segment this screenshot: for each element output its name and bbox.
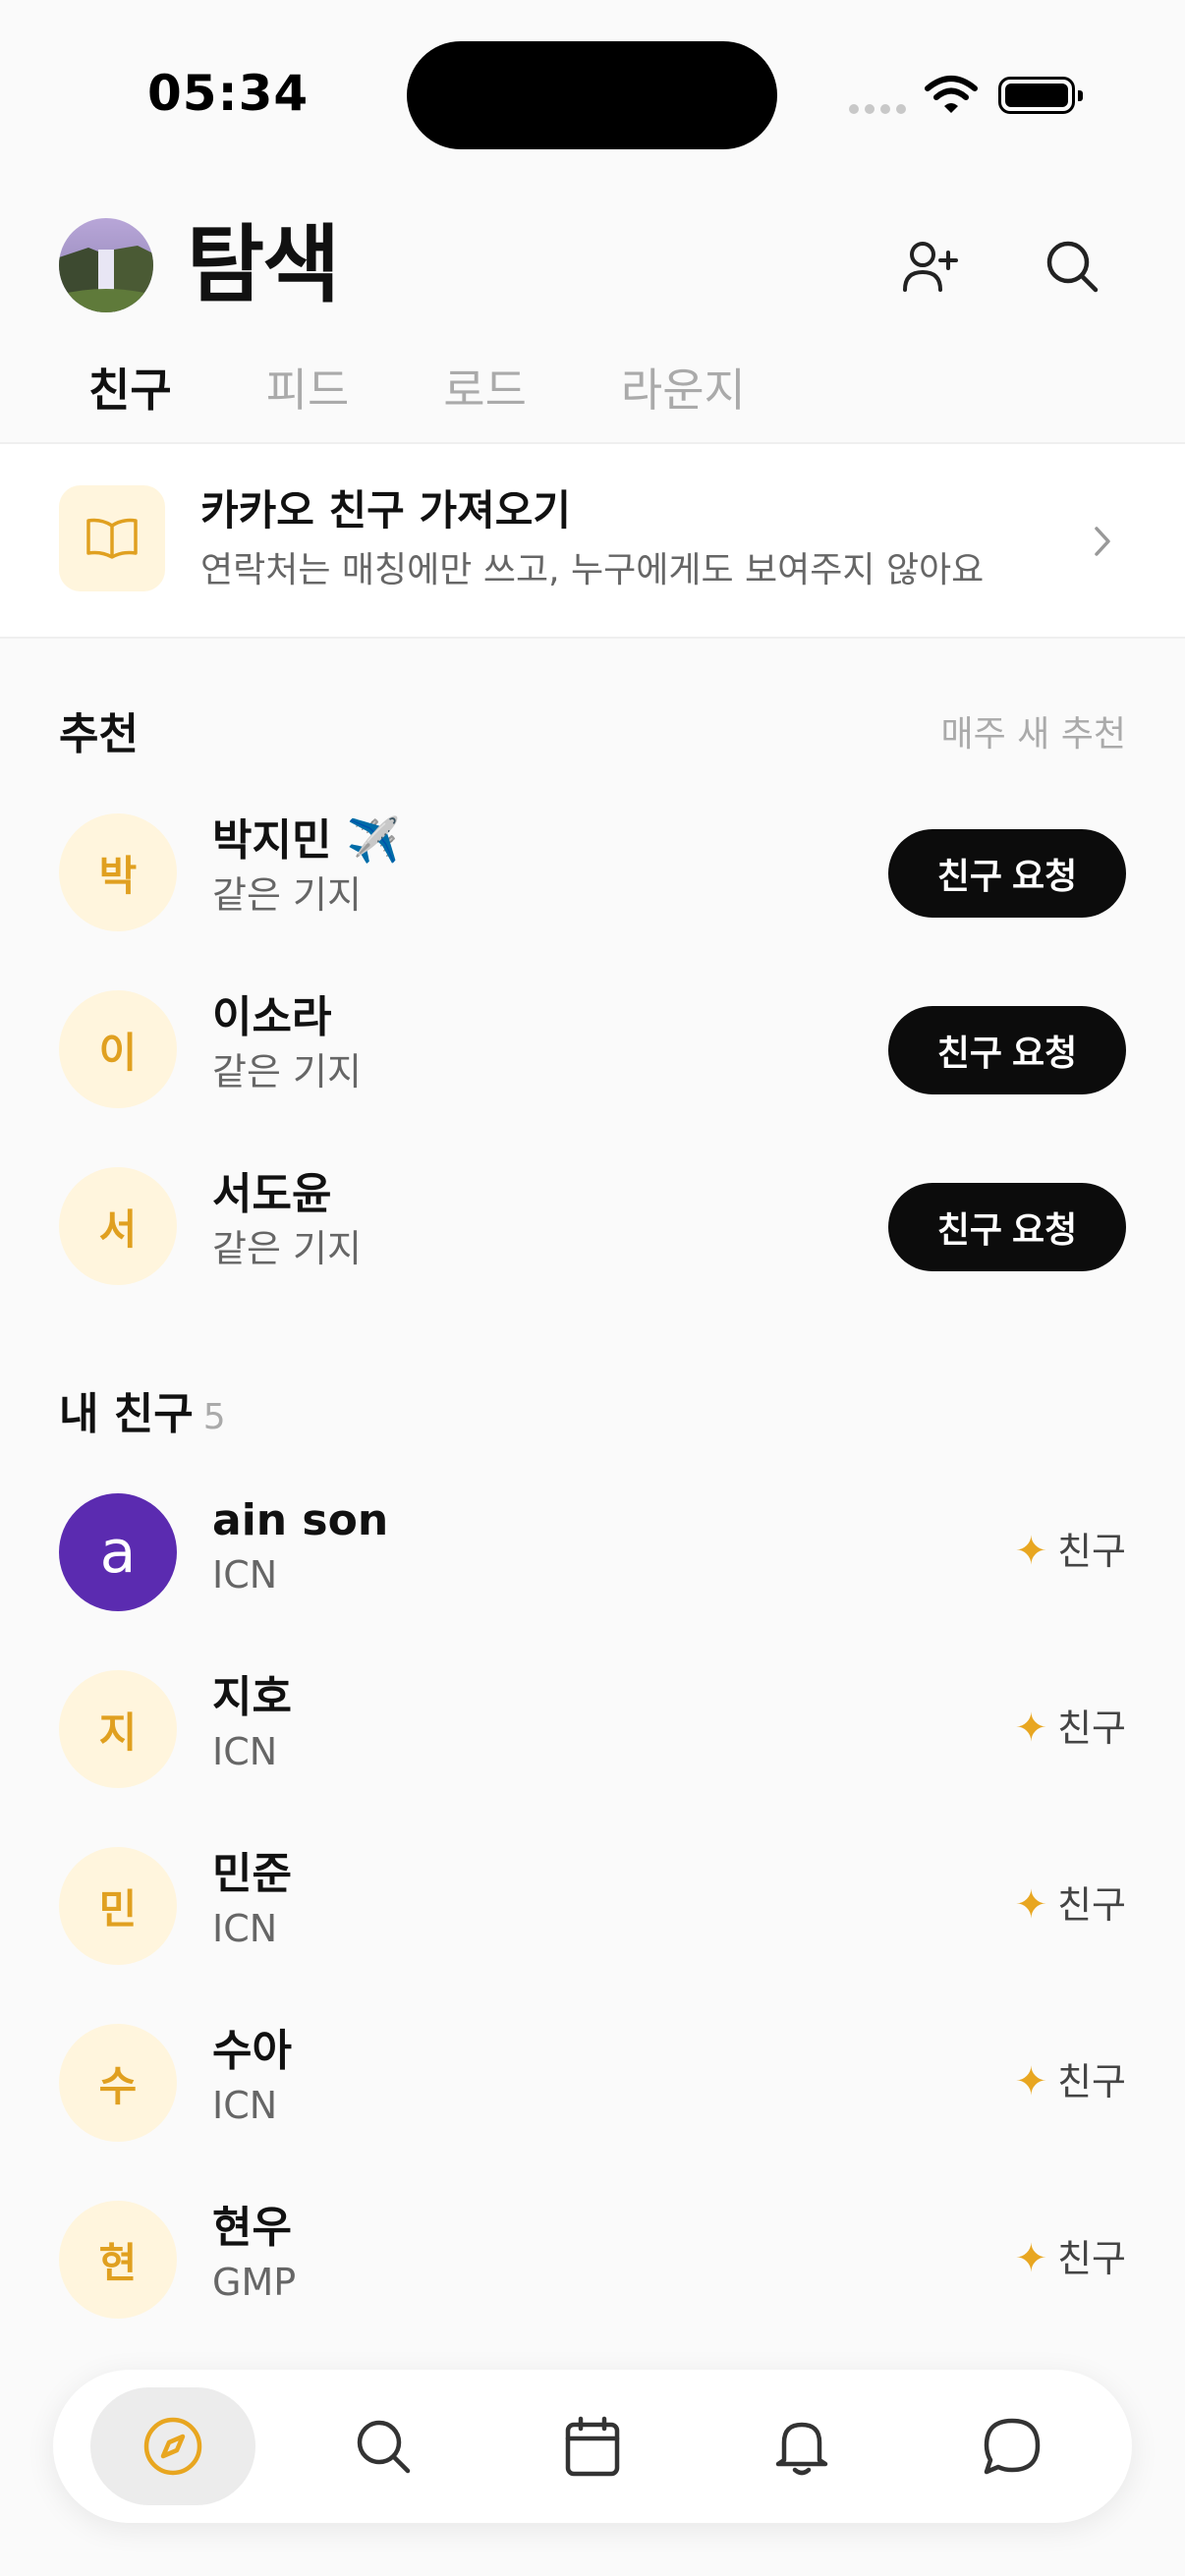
user-name: 이소라 bbox=[212, 992, 332, 1042]
calendar-icon bbox=[565, 2416, 620, 2477]
friend-row[interactable]: 민 민준 ICN ✦ 친구 bbox=[0, 1818, 1185, 1994]
friend-badge-label: 친구 bbox=[1057, 1707, 1126, 1750]
user-subtitle: GMP bbox=[212, 2261, 297, 2304]
compass-icon bbox=[143, 2417, 202, 2476]
bell-icon bbox=[775, 2422, 828, 2476]
user-name: 현우 bbox=[212, 2203, 292, 2253]
chat-bubble-icon bbox=[984, 2418, 1041, 2475]
cellular-signal-icon bbox=[849, 104, 906, 114]
friends-section-title: 내 친구 5 bbox=[59, 1387, 226, 1445]
dynamic-island bbox=[407, 41, 777, 149]
banner-subtitle: 연락처는 매칭에만 쓰고, 누구에게도 보여주지 않아요 bbox=[200, 550, 985, 590]
user-subtitle: ICN bbox=[212, 1730, 278, 1773]
user-subtitle: 같은 기지 bbox=[212, 1227, 362, 1270]
search-button[interactable] bbox=[1038, 232, 1106, 301]
user-name: 수아 bbox=[212, 2026, 292, 2076]
friend-badge: ✦ 친구 bbox=[1015, 2234, 1126, 2283]
divider bbox=[0, 637, 1185, 639]
user-name: 민준 bbox=[212, 1849, 292, 1899]
banner-title: 카카오 친구 가져오기 bbox=[200, 486, 572, 534]
tab-feed[interactable]: 피드 bbox=[266, 356, 350, 424]
nav-notifications[interactable] bbox=[719, 2387, 884, 2505]
nav-chat[interactable] bbox=[930, 2387, 1095, 2505]
kakao-import-banner[interactable] bbox=[0, 444, 1185, 637]
battery-icon bbox=[998, 77, 1083, 114]
user-name: 서도윤 bbox=[212, 1169, 332, 1219]
recommend-row: 이 이소라 같은 기지 친구 요청 bbox=[0, 961, 1185, 1138]
friend-request-button[interactable]: 친구 요청 bbox=[888, 829, 1126, 918]
friend-request-button[interactable]: 친구 요청 bbox=[888, 1183, 1126, 1271]
nav-explore[interactable] bbox=[90, 2387, 255, 2505]
sparkle-icon: ✦ bbox=[1014, 1882, 1048, 1928]
banner-icon-tile bbox=[59, 485, 165, 591]
book-icon bbox=[86, 518, 138, 559]
avatar: 서 bbox=[59, 1167, 177, 1285]
friend-badge: ✦ 친구 bbox=[1015, 2057, 1126, 2106]
tab-lounge[interactable]: 라운지 bbox=[621, 356, 746, 424]
avatar: 박 bbox=[59, 813, 177, 931]
friend-badge: ✦ 친구 bbox=[1015, 1704, 1126, 1753]
status-time: 05:34 bbox=[147, 65, 310, 122]
sparkle-icon: ✦ bbox=[1014, 2236, 1048, 2281]
avatar: 지 bbox=[59, 1670, 177, 1788]
user-subtitle: ICN bbox=[212, 1553, 278, 1596]
friends-title-label: 내 친구 bbox=[59, 1389, 194, 1439]
avatar: 이 bbox=[59, 990, 177, 1108]
user-name: 지호 bbox=[212, 1672, 292, 1722]
user-subtitle: 같은 기지 bbox=[212, 1050, 362, 1093]
chevron-right-icon bbox=[1095, 527, 1110, 556]
tab-bar: 친구 피드 로드 라운지 bbox=[88, 356, 840, 424]
avatar: 민 bbox=[59, 1847, 177, 1965]
recommend-note: 매주 새 추천 bbox=[940, 714, 1127, 755]
friend-row[interactable]: 현 현우 GMP ✦ 친구 bbox=[0, 2171, 1185, 2348]
user-subtitle: 같은 기지 bbox=[212, 873, 362, 917]
friend-row[interactable]: 지 지호 ICN ✦ 친구 bbox=[0, 1641, 1185, 1818]
friend-request-button[interactable]: 친구 요청 bbox=[888, 1006, 1126, 1094]
user-subtitle: ICN bbox=[212, 1907, 278, 1950]
search-icon bbox=[1046, 241, 1099, 293]
friends-count: 5 bbox=[202, 1397, 226, 1437]
recommend-row: 박 박지민 ✈️ 같은 기지 친구 요청 bbox=[0, 784, 1185, 961]
sparkle-icon: ✦ bbox=[1014, 2059, 1048, 2104]
friend-badge-label: 친구 bbox=[1057, 2060, 1126, 2103]
friend-badge-label: 친구 bbox=[1057, 2237, 1126, 2280]
user-name: 박지민 ✈️ bbox=[212, 815, 401, 866]
profile-avatar[interactable] bbox=[59, 218, 153, 312]
friend-badge: ✦ 친구 bbox=[1015, 1527, 1126, 1576]
recommend-section-title: 추천 bbox=[59, 709, 139, 759]
search-icon bbox=[357, 2420, 411, 2474]
avatar: 현 bbox=[59, 2201, 177, 2319]
recommend-row: 서 서도윤 같은 기지 친구 요청 bbox=[0, 1138, 1185, 1315]
wifi-icon bbox=[925, 76, 978, 113]
sparkle-icon: ✦ bbox=[1014, 1706, 1048, 1751]
nav-search[interactable] bbox=[301, 2387, 466, 2505]
nav-calendar[interactable] bbox=[510, 2387, 675, 2505]
avatar: 수 bbox=[59, 2024, 177, 2142]
user-subtitle: ICN bbox=[212, 2084, 278, 2127]
add-friend-button[interactable] bbox=[896, 232, 965, 301]
tab-friends[interactable]: 친구 bbox=[88, 356, 172, 424]
friend-badge-label: 친구 bbox=[1057, 1883, 1126, 1927]
user-name: ain son bbox=[212, 1495, 389, 1545]
page-title: 탐색 bbox=[187, 216, 340, 314]
friend-row[interactable]: a ain son ICN ✦ 친구 bbox=[0, 1464, 1185, 1641]
friend-badge: ✦ 친구 bbox=[1015, 1880, 1126, 1930]
friend-row[interactable]: 수 수아 ICN ✦ 친구 bbox=[0, 1994, 1185, 2171]
avatar: a bbox=[59, 1493, 177, 1611]
sparkle-icon: ✦ bbox=[1014, 1529, 1048, 1574]
tab-road[interactable]: 로드 bbox=[443, 356, 527, 424]
bottom-nav bbox=[53, 2370, 1132, 2523]
friend-badge-label: 친구 bbox=[1057, 1530, 1126, 1573]
add-user-icon bbox=[903, 242, 958, 292]
